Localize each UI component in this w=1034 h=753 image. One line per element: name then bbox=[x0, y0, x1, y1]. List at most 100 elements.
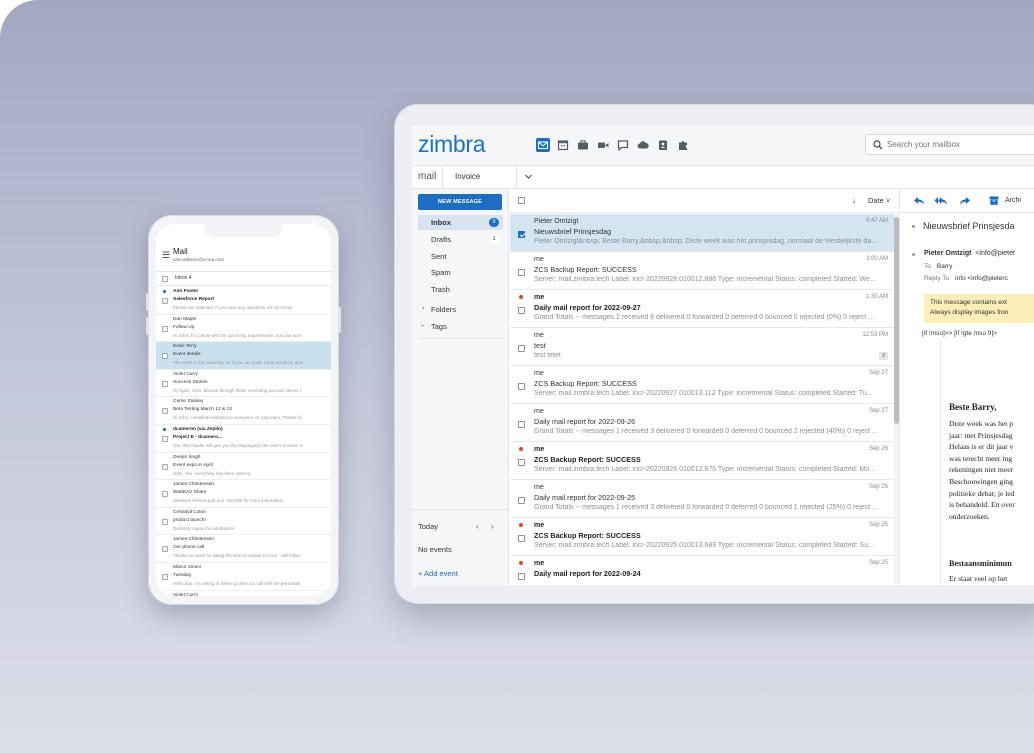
message-checkbox[interactable] bbox=[162, 408, 168, 415]
sidebar-item-inbox[interactable]: Inbox 9 bbox=[418, 215, 503, 230]
phone-list-item[interactable]: Ann Foster Salesforce Report Please see at… bbox=[156, 287, 331, 315]
phone-volume-button bbox=[146, 293, 149, 311]
message-subject: Daily mail report for 2022-09-25 bbox=[534, 493, 636, 502]
chevron-down-icon[interactable] bbox=[524, 172, 533, 181]
phone-list-item[interactable]: Deepti Singh Event expo in April John, Yes… bbox=[156, 453, 331, 481]
add-event-button[interactable]: + Add event bbox=[418, 569, 458, 578]
to-value[interactable]: Barry bbox=[937, 263, 953, 270]
message-sender: Marco Sirioni bbox=[173, 564, 201, 570]
body-text-line: is behandeld. En over bbox=[949, 500, 1015, 510]
tab-invoice[interactable]: Invoice bbox=[455, 172, 480, 181]
message-checkbox[interactable] bbox=[162, 573, 168, 580]
message-checkbox[interactable] bbox=[162, 546, 168, 553]
scrollbar-thumb[interactable] bbox=[894, 217, 899, 424]
message-list-header: ↓ Date ˅ bbox=[510, 189, 900, 213]
message-checkbox[interactable] bbox=[518, 307, 525, 314]
sidebar-item-drafts[interactable]: Drafts 1 bbox=[418, 232, 503, 247]
body-text-line: rekeningen niet meer bbox=[949, 465, 1014, 475]
unread-indicator bbox=[912, 225, 915, 228]
message-checkbox[interactable] bbox=[518, 383, 525, 390]
tab-mail[interactable]: mail bbox=[418, 171, 436, 182]
message-checkbox[interactable] bbox=[162, 518, 168, 525]
message-subject: ZCS Backup Report: SUCCESS bbox=[534, 455, 641, 464]
reply-icon[interactable] bbox=[913, 195, 925, 206]
message-checkbox[interactable] bbox=[518, 345, 525, 352]
cloud-icon[interactable] bbox=[636, 138, 650, 152]
select-all-checkbox[interactable] bbox=[518, 197, 525, 204]
sidebar-item-sent[interactable]: Sent bbox=[418, 249, 503, 264]
phone-list-item[interactable]: Violet Curry Success Stories Hi Again, Joh… bbox=[156, 370, 331, 398]
archive-button-label[interactable]: Archi bbox=[1005, 197, 1021, 204]
mail-icon[interactable] bbox=[536, 138, 550, 152]
message-checkbox[interactable] bbox=[162, 463, 168, 470]
message-checkbox[interactable] bbox=[518, 421, 525, 428]
message-body: Beste Barry, Deze week was het p jaar: me… bbox=[940, 339, 1034, 585]
phone-list-item[interactable]: Marco Sirioni Tuesday Hello Jojo, I'm writ… bbox=[156, 563, 331, 591]
message-title: Nieuwsbrief Prinsjesda bbox=[923, 221, 1015, 231]
phone-select-all-checkbox[interactable] bbox=[162, 276, 168, 282]
message-preview: Hello Jojo, I'm writing to follow up aft… bbox=[173, 580, 301, 586]
message-checkbox[interactable] bbox=[162, 491, 168, 498]
chevron-left-icon[interactable]: ‹ bbox=[476, 522, 479, 531]
message-row[interactable]: me Sep 25 Daily mail report for 2022-09-24 bbox=[510, 556, 896, 585]
message-preview: Server: mail.zimbra.tech Label: incr-202… bbox=[534, 276, 876, 283]
reply-all-icon[interactable] bbox=[934, 195, 948, 206]
message-checkbox[interactable] bbox=[518, 497, 525, 504]
sort-arrow-icon[interactable]: ↓ bbox=[852, 196, 856, 205]
message-row[interactable]: me 12:53 PM test test tetet 2 bbox=[510, 328, 896, 366]
message-checkbox[interactable] bbox=[518, 231, 525, 238]
video-icon[interactable] bbox=[596, 138, 610, 152]
calendar-icon[interactable] bbox=[556, 138, 570, 152]
sidebar-item-trash[interactable]: Trash bbox=[418, 282, 503, 297]
sidebar-item-folders[interactable]: › Folders bbox=[418, 302, 503, 317]
new-message-button[interactable]: NEW MESSAGE bbox=[418, 194, 502, 210]
sort-dropdown[interactable]: Date ˅ bbox=[868, 196, 890, 205]
reply-to-value[interactable]: info <info@pieterc bbox=[955, 275, 1008, 282]
message-checkbox[interactable] bbox=[518, 459, 525, 466]
display-images-link[interactable]: Always display images fron bbox=[930, 308, 1034, 318]
message-checkbox[interactable] bbox=[518, 269, 525, 276]
chevron-right-icon[interactable]: › bbox=[491, 522, 494, 531]
contacts-icon[interactable] bbox=[656, 138, 670, 152]
message-subject: Our phone call bbox=[173, 545, 205, 551]
message-checkbox[interactable] bbox=[162, 298, 168, 304]
message-subject: Salesforce Report bbox=[173, 297, 215, 302]
sidebar-item-spam[interactable]: Spam bbox=[418, 265, 503, 280]
message-checkbox[interactable] bbox=[162, 435, 168, 442]
phone-list-item[interactable]: Violet Curry bbox=[156, 591, 331, 596]
puzzle-icon[interactable] bbox=[676, 138, 690, 152]
phone-list-item[interactable]: Dan Maple Follow Up Hi John! To comply wit… bbox=[156, 315, 331, 343]
forward-icon[interactable] bbox=[959, 195, 971, 206]
search-input[interactable] bbox=[887, 137, 1034, 152]
phone-list-item[interactable]: James Christensen Our phone call Thanks so… bbox=[156, 535, 331, 563]
message-row[interactable]: me Sep 27 Daily mail report for 2022-09-26… bbox=[510, 404, 896, 442]
search-box[interactable] bbox=[865, 134, 1034, 155]
hamburger-menu-icon[interactable]: ☰ bbox=[162, 250, 170, 261]
message-row[interactable]: me Sep 25 ZCS Backup Report: SUCCESS Server… bbox=[510, 518, 896, 556]
archive-icon[interactable] bbox=[988, 195, 1000, 206]
message-checkbox[interactable] bbox=[518, 573, 525, 580]
briefcase-icon[interactable] bbox=[576, 138, 590, 152]
message-row[interactable]: me 1:30 AM Daily mail report for 2022-09-2… bbox=[510, 290, 896, 328]
phone-list-item[interactable]: dcameron (via Zeplin) Project E - dcamero… bbox=[156, 425, 331, 453]
message-subject: product launch! bbox=[173, 517, 206, 523]
phone-list-item[interactable]: Carrie Stanley Beta Testing March 12 & 13… bbox=[156, 397, 331, 425]
phone-list-item[interactable]: Essie Terry Event details The event is thi… bbox=[156, 342, 331, 370]
sender-name[interactable]: Pieter Omtzigt bbox=[924, 250, 971, 257]
message-subject: ZCS Backup Report: SUCCESS bbox=[534, 265, 637, 274]
chat-icon[interactable] bbox=[616, 138, 630, 152]
message-row[interactable]: me Sep 26 ZCS Backup Report: SUCCESS Server… bbox=[510, 442, 896, 480]
message-row[interactable]: me Sep 26 Daily mail report for 2022-09-25… bbox=[510, 480, 896, 518]
message-row[interactable]: me 3:00 AM ZCS Backup Report: SUCCESS Serve… bbox=[510, 252, 896, 290]
phone-list-item[interactable]: Cristobal Colon product launch! Definitely… bbox=[156, 508, 331, 536]
sidebar-item-tags[interactable]: › Tags bbox=[418, 319, 503, 334]
message-checkbox[interactable] bbox=[162, 353, 168, 360]
sidebar-item-label: Inbox bbox=[431, 218, 451, 227]
phone-list-item[interactable]: James Christensen WebDAV Share Solutions R… bbox=[156, 480, 331, 508]
message-row[interactable]: me Sep 27 ZCS Backup Report: SUCCESS Server… bbox=[510, 366, 896, 404]
sender-email: <info@pieter bbox=[975, 250, 1016, 257]
message-row[interactable]: Pieter Omtzigt 8:47 AM Nieuwsbrief Prinsje… bbox=[510, 214, 896, 252]
message-checkbox[interactable] bbox=[162, 325, 168, 332]
message-checkbox[interactable] bbox=[518, 535, 525, 542]
message-checkbox[interactable] bbox=[162, 380, 168, 387]
